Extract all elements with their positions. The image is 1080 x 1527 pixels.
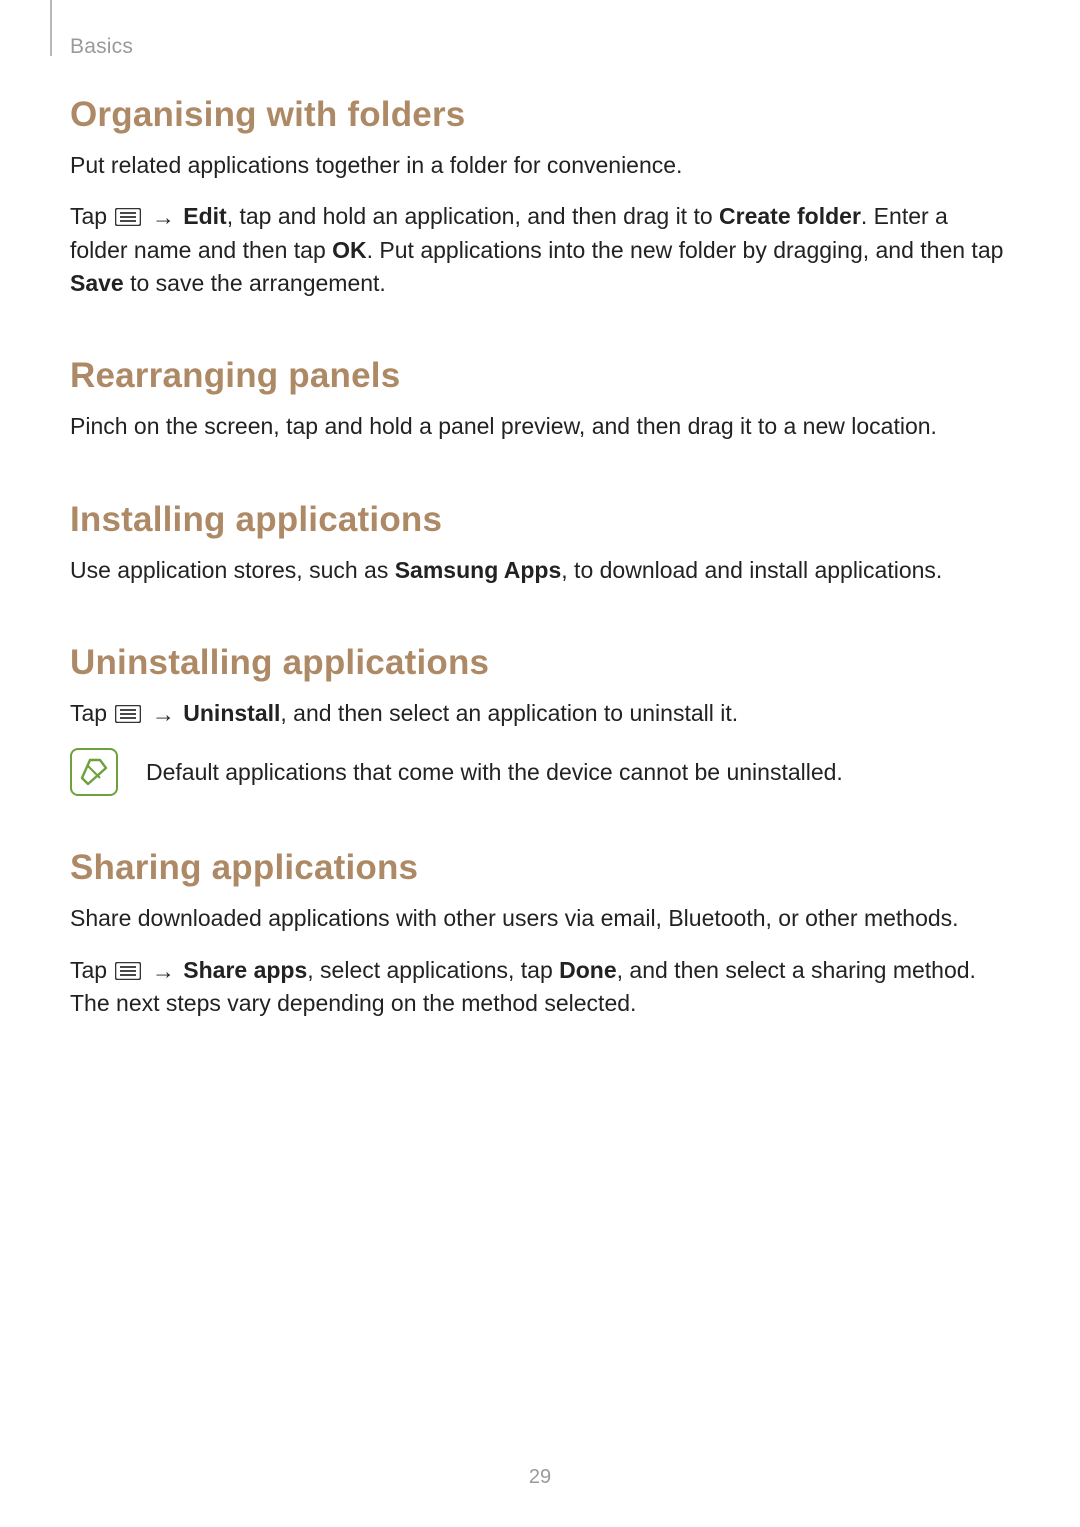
text-bold: OK xyxy=(332,237,367,263)
text-bold: Share apps xyxy=(183,957,307,983)
paragraph: Tap → Edit, tap and hold an application,… xyxy=(70,200,1010,300)
text-bold: Edit xyxy=(183,203,226,229)
arrow-icon: → xyxy=(150,955,177,988)
paragraph: Tap → Uninstall, and then select an appl… xyxy=(70,697,1010,730)
heading-installing: Installing applications xyxy=(70,500,1010,540)
header-divider xyxy=(50,0,52,56)
menu-icon xyxy=(115,208,141,226)
paragraph: Put related applications together in a f… xyxy=(70,149,1010,182)
heading-uninstalling: Uninstalling applications xyxy=(70,643,1010,683)
text-bold: Create folder xyxy=(719,203,861,229)
paragraph: Use application stores, such as Samsung … xyxy=(70,554,1010,587)
note-icon xyxy=(70,748,118,796)
text: , to download and install applications. xyxy=(561,557,942,583)
paragraph: Tap → Share apps, select applications, t… xyxy=(70,954,1010,1021)
text: Tap xyxy=(70,700,113,726)
text: Use application stores, such as xyxy=(70,557,395,583)
text: to save the arrangement. xyxy=(124,270,386,296)
text-bold: Uninstall xyxy=(183,700,280,726)
note-block: Default applications that come with the … xyxy=(70,748,1010,796)
heading-organising: Organising with folders xyxy=(70,95,1010,135)
text-bold: Samsung Apps xyxy=(395,557,562,583)
heading-rearranging: Rearranging panels xyxy=(70,356,1010,396)
text: , tap and hold an application, and then … xyxy=(227,203,719,229)
text-bold: Save xyxy=(70,270,124,296)
page-content: Organising with folders Put related appl… xyxy=(70,95,1010,1038)
text-bold: Done xyxy=(559,957,617,983)
arrow-icon: → xyxy=(150,698,177,731)
arrow-icon: → xyxy=(150,201,177,234)
document-page: Basics Organising with folders Put relat… xyxy=(0,0,1080,1527)
text: Tap xyxy=(70,957,113,983)
text: Tap xyxy=(70,203,113,229)
breadcrumb: Basics xyxy=(70,35,133,59)
note-text: Default applications that come with the … xyxy=(146,756,843,789)
text: , and then select an application to unin… xyxy=(280,700,738,726)
heading-sharing: Sharing applications xyxy=(70,848,1010,888)
text: , select applications, tap xyxy=(307,957,559,983)
paragraph: Pinch on the screen, tap and hold a pane… xyxy=(70,410,1010,443)
text: . Put applications into the new folder b… xyxy=(367,237,1004,263)
menu-icon xyxy=(115,962,141,980)
menu-icon xyxy=(115,705,141,723)
page-number: 29 xyxy=(0,1466,1080,1489)
paragraph: Share downloaded applications with other… xyxy=(70,902,1010,935)
